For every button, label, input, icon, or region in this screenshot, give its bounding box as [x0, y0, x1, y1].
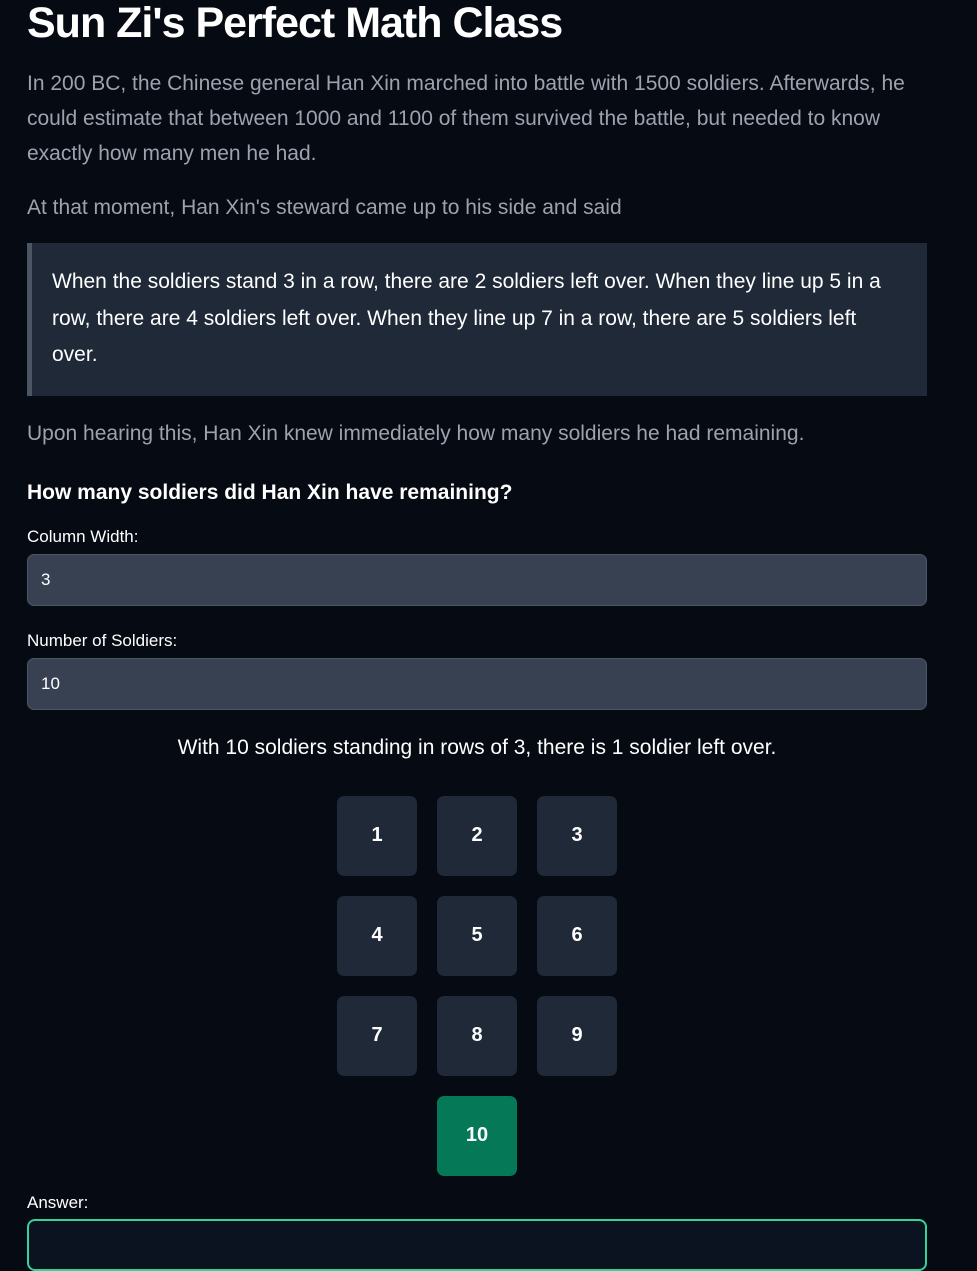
answer-label: Answer: — [27, 1193, 89, 1212]
soldier-cell: 2 — [437, 795, 517, 876]
soldier-cell: 5 — [437, 895, 517, 976]
steward-quote: When the soldiers stand 3 in a row, ther… — [27, 243, 927, 396]
soldier-cell: 9 — [537, 995, 617, 1076]
soldier-grid: 1 2 3 4 5 6 7 8 9 10 — [337, 795, 617, 1176]
soldiers-label: Number of Soldiers: — [27, 630, 178, 650]
question-heading: How many soldiers did Han Xin have remai… — [27, 480, 513, 504]
column-width-label: Column Width: — [27, 526, 139, 546]
page: Sun Zi's Perfect Math Class In 200 BC, t… — [0, 0, 977, 1227]
outcome-paragraph: Upon hearing this, Han Xin knew immediat… — [27, 421, 805, 445]
soldier-cell: 7 — [337, 995, 417, 1076]
soldier-cell: 1 — [337, 795, 417, 876]
page-title: Sun Zi's Perfect Math Class — [27, 0, 563, 47]
soldier-cell: 8 — [437, 995, 517, 1076]
leftover-soldier-cell: 10 — [437, 1095, 517, 1176]
soldier-cell: 3 — [537, 795, 617, 876]
steward-paragraph: At that moment, Han Xin's steward came u… — [27, 196, 622, 219]
result-text: With 10 soldiers standing in rows of 3, … — [177, 735, 777, 759]
intro-paragraph: In 200 BC, the Chinese general Han Xin m… — [27, 72, 905, 165]
column-width-input[interactable] — [27, 553, 927, 606]
soldier-cell: 4 — [337, 895, 417, 976]
soldiers-input[interactable] — [27, 657, 927, 710]
soldier-cell: 6 — [537, 895, 617, 976]
